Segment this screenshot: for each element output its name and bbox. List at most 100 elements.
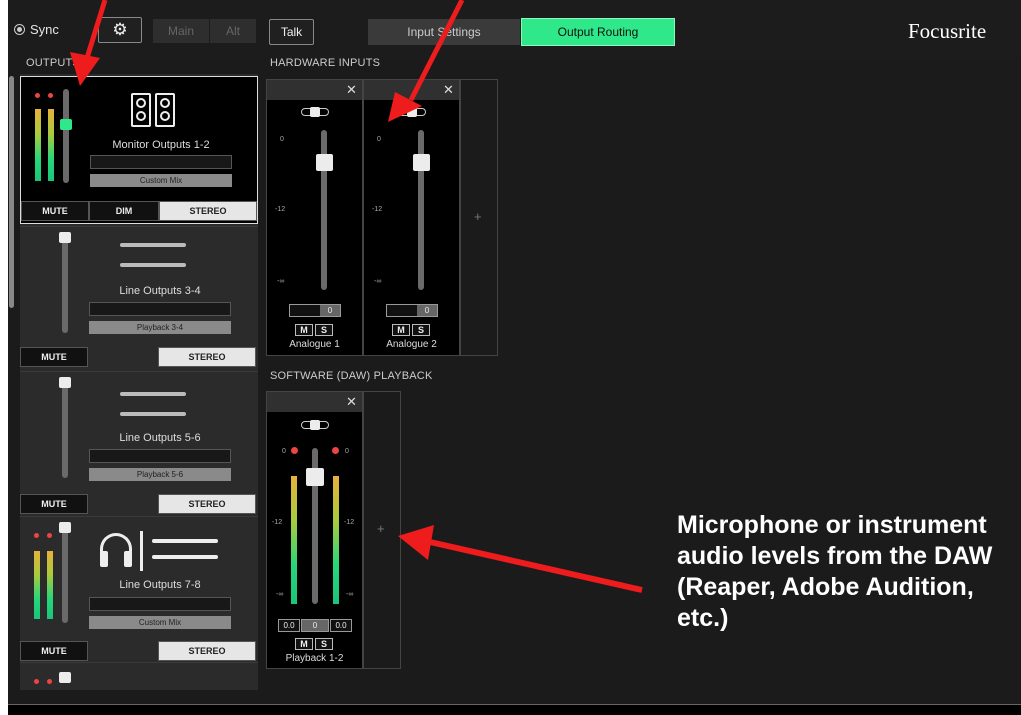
pan-slider[interactable]: [301, 107, 329, 117]
clip-indicator-left: [34, 679, 39, 684]
alt-button[interactable]: Alt: [210, 19, 256, 43]
volume-fader-track[interactable]: [62, 237, 68, 333]
output-nickname-field[interactable]: [89, 597, 231, 611]
solo-button[interactable]: S: [412, 324, 430, 336]
gain-fader-knob[interactable]: [306, 468, 324, 486]
mute-solo-row: M S: [392, 324, 430, 336]
pan-value: 0: [320, 305, 340, 316]
scale-label-inf-right: -∞: [346, 591, 354, 598]
output-nickname-field[interactable]: [89, 302, 231, 316]
speaker-icon: [131, 93, 175, 127]
top-bar: Sync ⚙ Main Alt Talk Input Settings Outp…: [8, 0, 1021, 58]
volume-fader-knob[interactable]: [59, 672, 71, 683]
output-card-line-5-6[interactable]: Line Outputs 5-6 Playback 5-6 MUTE STERE…: [20, 371, 258, 516]
volume-fader-track[interactable]: [62, 527, 68, 623]
value-box-pan[interactable]: 0: [301, 619, 329, 632]
settings-button[interactable]: ⚙: [98, 17, 142, 43]
pan-slider[interactable]: [398, 107, 426, 117]
bottom-bar: [8, 704, 1021, 715]
clip-indicator-right: [332, 447, 339, 454]
close-icon[interactable]: ✕: [346, 83, 357, 96]
add-input-slot[interactable]: +: [460, 79, 498, 356]
stereo-button[interactable]: STEREO: [158, 347, 256, 367]
pan-knob[interactable]: [310, 107, 320, 117]
jack-cable-icon: [120, 392, 186, 416]
stereo-button[interactable]: STEREO: [158, 641, 256, 661]
close-icon[interactable]: ✕: [346, 395, 357, 408]
clip-indicator-right: [48, 93, 53, 98]
pan-knob[interactable]: [310, 420, 320, 430]
mute-button[interactable]: MUTE: [20, 347, 88, 367]
gain-fader-knob[interactable]: [316, 154, 333, 171]
volume-fader-knob[interactable]: [59, 232, 71, 243]
scale-label-inf-left: -∞: [276, 591, 284, 598]
clip-indicator-right: [47, 679, 52, 684]
focusrite-control-window: Sync ⚙ Main Alt Talk Input Settings Outp…: [8, 0, 1021, 715]
output-route-select[interactable]: Playback 3-4: [89, 321, 231, 334]
volume-fader-knob[interactable]: [59, 522, 71, 533]
volume-fader-knob[interactable]: [59, 377, 71, 388]
pan-slider[interactable]: [301, 420, 329, 430]
output-nickname-field[interactable]: [89, 449, 231, 463]
divider-line: [140, 531, 143, 571]
scale-label-0-right: 0: [345, 448, 349, 455]
dim-button[interactable]: DIM: [89, 201, 159, 221]
mute-button[interactable]: M: [295, 324, 313, 336]
volume-fader-knob[interactable]: [60, 119, 72, 130]
stereo-button[interactable]: STEREO: [159, 201, 257, 221]
outputs-panel: Monitor Outputs 1-2 Custom Mix MUTE DIM …: [20, 74, 258, 690]
main-button[interactable]: Main: [153, 19, 209, 43]
tab-input-settings[interactable]: Input Settings: [368, 19, 520, 45]
output-name: Line Outputs 7-8: [119, 579, 201, 591]
clip-indicator-right: [47, 533, 52, 538]
level-meter-right: [47, 551, 53, 619]
add-playback-slot[interactable]: +: [363, 391, 401, 669]
close-icon[interactable]: ✕: [443, 83, 454, 96]
strip-name: Playback 1-2: [285, 653, 344, 664]
output-name: Line Outputs 5-6: [119, 432, 201, 444]
sync-radio-icon: [14, 24, 25, 35]
outputs-scrollbar[interactable]: [9, 76, 14, 308]
stereo-button[interactable]: STEREO: [158, 494, 256, 514]
solo-button[interactable]: S: [315, 324, 333, 336]
output-card-partial[interactable]: [20, 662, 258, 690]
channel-strip-playback-1-2[interactable]: ✕ 0 0 -12 -12 -∞ -∞ 0.0 0 0.0 M S Playba…: [266, 391, 363, 669]
output-card-monitor-1-2[interactable]: Monitor Outputs 1-2 Custom Mix MUTE DIM …: [20, 76, 258, 224]
output-card-line-7-8[interactable]: Line Outputs 7-8 Custom Mix MUTE STEREO: [20, 516, 258, 662]
output-route-select[interactable]: Playback 5-6: [89, 468, 231, 481]
talk-button[interactable]: Talk: [269, 19, 314, 45]
channel-strip-analogue-1[interactable]: ✕ 0 -12 -∞ 0 M S Analogue 1: [266, 79, 363, 356]
gear-icon: ⚙: [112, 20, 128, 39]
plus-icon[interactable]: +: [377, 521, 385, 536]
scale-label-inf: -∞: [277, 278, 285, 285]
mute-button[interactable]: MUTE: [21, 201, 89, 221]
volume-fader-track[interactable]: [62, 382, 68, 478]
output-route-select[interactable]: Custom Mix: [90, 174, 232, 187]
pan-value-box[interactable]: 0: [289, 304, 341, 317]
output-nickname-field[interactable]: [90, 155, 232, 169]
level-meter-left: [35, 109, 41, 181]
tab-output-routing[interactable]: Output Routing: [521, 18, 675, 46]
sync-indicator: Sync: [14, 22, 59, 37]
value-box-right[interactable]: 0.0: [330, 619, 352, 632]
solo-button[interactable]: S: [315, 638, 333, 650]
clip-indicator-left: [291, 447, 298, 454]
mute-button[interactable]: M: [392, 324, 410, 336]
level-meter-right: [48, 109, 54, 181]
jack-cable-icon: [152, 539, 218, 559]
mute-button[interactable]: M: [295, 638, 313, 650]
mute-button[interactable]: MUTE: [20, 494, 88, 514]
pan-knob[interactable]: [407, 107, 417, 117]
output-route-select[interactable]: Custom Mix: [89, 616, 231, 629]
mute-button[interactable]: MUTE: [20, 641, 88, 661]
gain-fader-knob[interactable]: [413, 154, 430, 171]
value-box-left[interactable]: 0.0: [278, 619, 300, 632]
volume-fader-track[interactable]: [63, 89, 69, 183]
channel-strip-analogue-2[interactable]: ✕ 0 -12 -∞ 0 M S Analogue 2: [363, 79, 460, 356]
strip-name: Analogue 1: [289, 339, 340, 350]
mute-solo-row: M S: [295, 324, 333, 336]
pan-value-box[interactable]: 0: [386, 304, 438, 317]
headphones-icon: [100, 533, 132, 569]
output-card-line-3-4[interactable]: Line Outputs 3-4 Playback 3-4 MUTE STERE…: [20, 226, 258, 371]
plus-icon[interactable]: +: [474, 209, 482, 224]
